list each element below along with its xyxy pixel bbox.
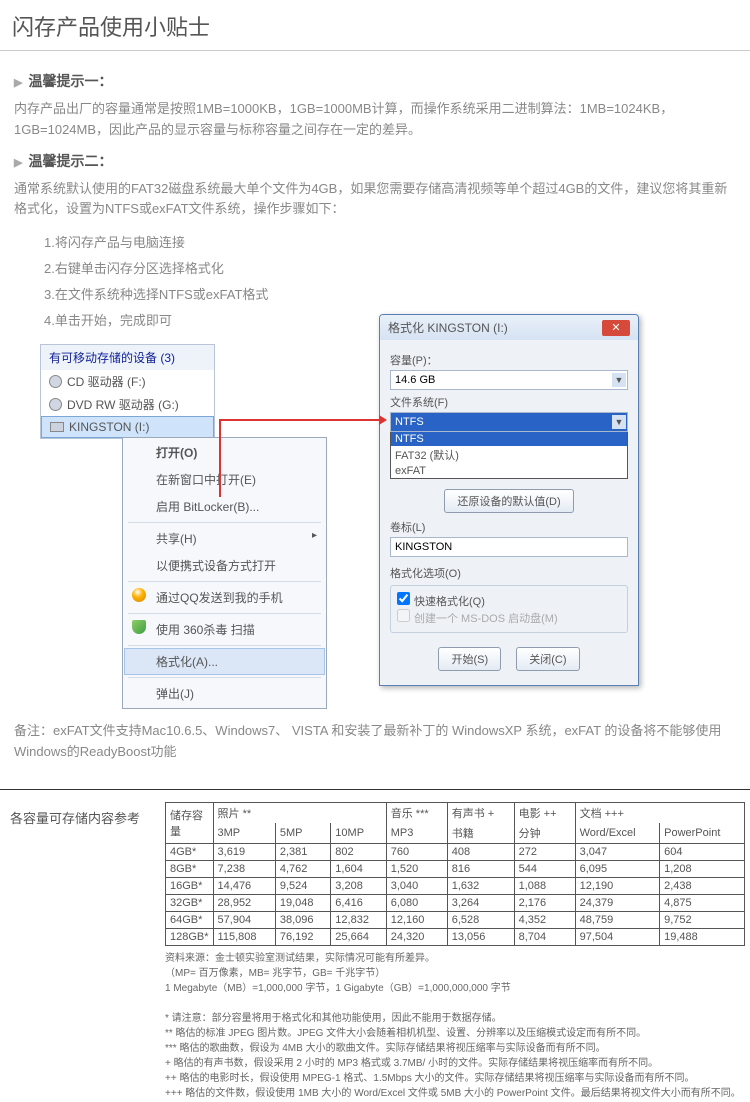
step-3: 3.在文件系统种选择NTFS或exFAT格式: [44, 282, 736, 308]
col-music: 音乐 ***: [386, 802, 447, 823]
remark-text: 备注：exFAT文件支持Mac10.6.5、Windows7、 VISTA 和安…: [14, 721, 736, 763]
device-cd-label: CD 驱动器 (F:): [67, 373, 146, 390]
device-dvd-label: DVD RW 驱动器 (G:): [67, 396, 179, 413]
step-1: 1.将闪存产品与电脑连接: [44, 230, 736, 256]
capacity-table: 储存容量 照片 ** 音乐 *** 有声书 + 电影 ++ 文档 +++ 3MP…: [165, 802, 745, 946]
filesystem-select[interactable]: [390, 412, 628, 432]
ctx-new-window[interactable]: 在新窗口中打开(E): [124, 466, 325, 493]
ctx-share[interactable]: 共享(H): [124, 525, 325, 552]
table-row: 32GB*28,95219,0486,4166,0803,2642,17624,…: [166, 894, 745, 911]
table-row: 8GB*7,2384,7621,6041,5208165446,0951,208: [166, 860, 745, 877]
shield-icon: [132, 620, 146, 634]
sub-5mp: 5MP: [275, 823, 330, 844]
fs-option-ntfs[interactable]: NTFS: [391, 432, 627, 446]
fs-option-exfat[interactable]: exFAT: [391, 464, 627, 478]
col-doc: 文档 +++: [575, 802, 744, 823]
sub-book: 书籍: [447, 823, 514, 844]
sub-min: 分钟: [514, 823, 575, 844]
format-options-label: 格式化选项(O): [390, 565, 628, 581]
context-menu: 打开(O) 在新窗口中打开(E) 启用 BitLocker(B)... 共享(H…: [122, 437, 327, 709]
ctx-qq-label: 通过QQ发送到我的手机: [156, 591, 283, 605]
device-cd[interactable]: CD 驱动器 (F:): [41, 370, 214, 393]
sub-word: Word/Excel: [575, 823, 660, 844]
volume-label: 卷标(L): [390, 519, 628, 535]
qq-icon: [132, 588, 146, 602]
disc-icon: [49, 375, 62, 388]
table-row: 4GB*3,6192,3818027604082723,047604: [166, 843, 745, 860]
msdos-checkbox: [397, 609, 410, 622]
drive-icon: [50, 422, 64, 432]
ctx-portable[interactable]: 以便携式设备方式打开: [124, 552, 325, 579]
table-row: 64GB*57,90438,09612,83212,1606,5284,3524…: [166, 911, 745, 928]
row-header-label: 储存容量: [166, 802, 214, 843]
tip2-body: 通常系统默认使用的FAT32磁盘系统最大单个文件为4GB，如果您需要存储高清视频…: [14, 179, 736, 221]
dialog-title: 格式化 KINGSTON (I:): [388, 319, 508, 336]
filesystem-dropdown: NTFS FAT32 (默认) exFAT: [390, 431, 628, 479]
col-audiobook: 有声书 +: [447, 802, 514, 823]
arrow-indicator: [219, 419, 384, 421]
footnotes: 资料来源：金士顿实验室测试结果，实际情况可能有所差异。 （MP= 百万像素，MB…: [165, 952, 750, 1101]
table-row: 128GB*115,80876,19225,66424,32013,0568,7…: [166, 928, 745, 945]
ctx-open-label: 打开(O): [156, 446, 197, 460]
tip2-heading: 温馨提示二：: [14, 151, 736, 171]
step-2: 2.右键单击闪存分区选择格式化: [44, 256, 736, 282]
ctx-bitlocker[interactable]: 启用 BitLocker(B)...: [124, 493, 325, 520]
capacity-label: 容量(P)：: [390, 352, 628, 368]
sub-3mp: 3MP: [213, 823, 275, 844]
tip1-heading: 温馨提示一：: [14, 71, 736, 91]
restore-defaults-button[interactable]: 还原设备的默认值(D): [444, 489, 573, 513]
ctx-360-label: 使用 360杀毒 扫描: [156, 623, 255, 637]
ctx-open[interactable]: 打开(O): [124, 439, 325, 466]
filesystem-label: 文件系统(F): [390, 394, 628, 410]
sub-10mp: 10MP: [331, 823, 386, 844]
device-kingston[interactable]: KINGSTON (I:): [41, 416, 214, 438]
sub-mp3: MP3: [386, 823, 447, 844]
device-dvd[interactable]: DVD RW 驱动器 (G:): [41, 393, 214, 416]
ctx-eject[interactable]: 弹出(J): [124, 680, 325, 707]
quick-format-label: 快速格式化(Q): [414, 596, 485, 608]
chevron-down-icon[interactable]: ▼: [612, 415, 626, 429]
sub-ppt: PowerPoint: [660, 823, 745, 844]
close-icon[interactable]: ✕: [602, 320, 630, 336]
capacity-select[interactable]: [390, 370, 628, 390]
format-dialog: 格式化 KINGSTON (I:) ✕ 容量(P)： ▼ 文件系统(F) ▼ N…: [379, 314, 639, 686]
ctx-format[interactable]: 格式化(A)...: [124, 648, 325, 675]
disc-icon: [49, 398, 62, 411]
col-photo: 照片 **: [213, 802, 386, 823]
ctx-360-scan[interactable]: 使用 360杀毒 扫描: [124, 616, 325, 643]
quick-format-checkbox[interactable]: [397, 592, 410, 605]
ctx-qq-send[interactable]: 通过QQ发送到我的手机: [124, 584, 325, 611]
start-button[interactable]: 开始(S): [438, 647, 501, 671]
col-movie: 电影 ++: [514, 802, 575, 823]
fs-option-fat32[interactable]: FAT32 (默认): [391, 446, 627, 464]
tip1-body: 内存产品出厂的容量通常是按照1MB=1000KB，1GB=1000MB计算，而操…: [14, 99, 736, 141]
close-button[interactable]: 关闭(C): [516, 647, 579, 671]
table-title: 各容量可存储内容参考: [0, 802, 165, 946]
chevron-down-icon[interactable]: ▼: [612, 373, 626, 387]
table-row: 16GB*14,4769,5243,2083,0401,6321,08812,1…: [166, 877, 745, 894]
msdos-label: 创建一个 MS-DOS 启动盘(M): [414, 613, 558, 625]
devices-header: 有可移动存储的设备 (3): [41, 345, 214, 370]
devices-panel: 有可移动存储的设备 (3) CD 驱动器 (F:) DVD RW 驱动器 (G:…: [40, 344, 215, 439]
page-title: 闪存产品使用小贴士: [0, 0, 750, 51]
volume-input[interactable]: [390, 537, 628, 557]
device-kingston-label: KINGSTON (I:): [69, 420, 149, 434]
